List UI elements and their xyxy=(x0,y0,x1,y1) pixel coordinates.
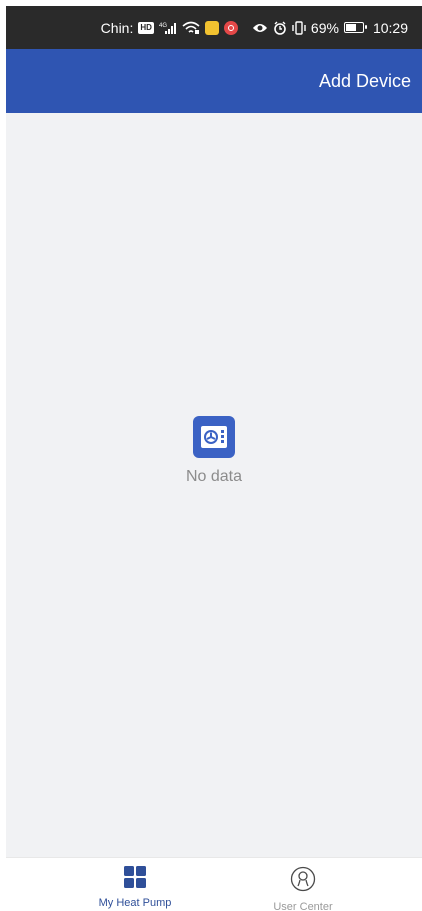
nav-tab-my-heat-pump[interactable]: My Heat Pump xyxy=(75,866,195,909)
nav-label-user-center: User Center xyxy=(273,901,333,911)
nav-label-my-heat-pump: My Heat Pump xyxy=(98,897,172,909)
user-icon xyxy=(290,866,316,897)
empty-state: No data xyxy=(6,416,422,486)
battery-icon xyxy=(343,19,367,37)
wifi-icon xyxy=(182,19,200,37)
bottom-navigation: My Heat Pump User Center xyxy=(6,857,422,911)
cellular-signal-icon: 4G xyxy=(159,19,177,37)
carrier-label: Chin: xyxy=(100,19,134,36)
device-placeholder-icon xyxy=(193,416,235,458)
battery-fill xyxy=(345,24,357,31)
notification-app-icon xyxy=(204,19,219,37)
grid-icon xyxy=(124,866,146,893)
clock-label: 10:29 xyxy=(372,19,408,36)
empty-state-text: No data xyxy=(185,468,243,485)
eye-icon xyxy=(252,19,268,37)
status-bar: Chin: HD 4G 69% 10:29 xyxy=(6,6,422,49)
notification-search-icon xyxy=(223,19,238,37)
app-header: Add Device xyxy=(6,49,422,113)
hd-badge-label: HD xyxy=(138,21,154,34)
add-device-button[interactable]: Add Device xyxy=(319,71,411,92)
vibrate-icon xyxy=(292,19,306,37)
network-type-label: 4G xyxy=(159,23,167,29)
device-list-area: No data xyxy=(6,113,422,857)
app-screen: Chin: HD 4G 69% 10:29 Add Device No data… xyxy=(0,0,422,911)
alarm-icon xyxy=(273,19,287,37)
nav-tab-user-center[interactable]: User Center xyxy=(243,866,363,911)
battery-percent: 69% xyxy=(310,19,339,36)
hd-badge: HD xyxy=(138,19,154,37)
